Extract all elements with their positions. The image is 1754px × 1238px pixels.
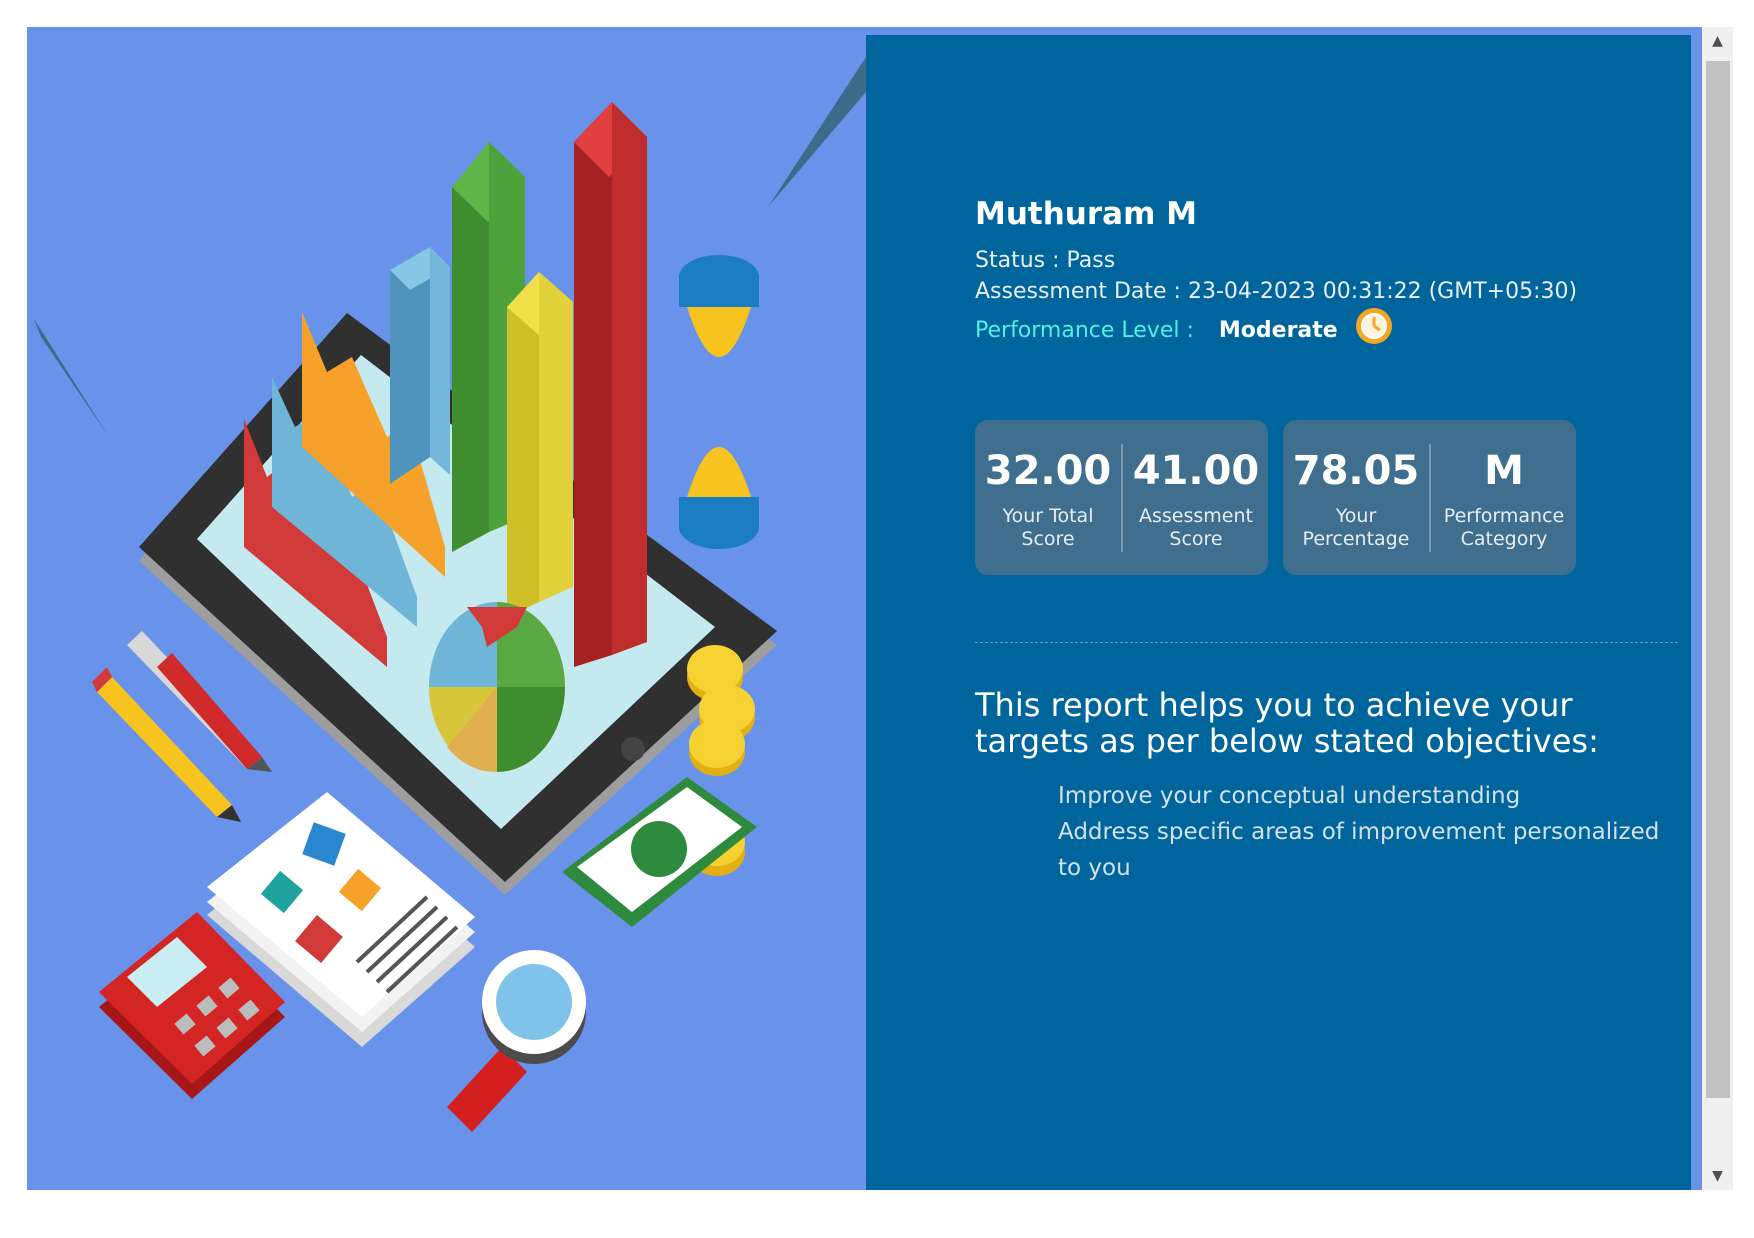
hourglass-icon bbox=[679, 255, 759, 549]
bar-red bbox=[574, 102, 647, 667]
performance-level-line: Performance Level : Moderate bbox=[975, 308, 1393, 351]
performance-level-label: Performance Level : bbox=[975, 318, 1194, 343]
performance-category-label-1: Performance bbox=[1443, 505, 1565, 527]
scrollbar-thumb[interactable] bbox=[1706, 61, 1730, 1098]
percentage-stat: 78.05 Your Percentage bbox=[1283, 420, 1429, 575]
assessment-date-label: Assessment Date : bbox=[975, 279, 1181, 304]
assessment-score-value: 41.00 bbox=[1132, 448, 1260, 494]
objective-item: Improve your conceptual understanding bbox=[1058, 783, 1521, 809]
performance-level-value: Moderate bbox=[1218, 318, 1338, 343]
percentage-label-1: Your bbox=[1335, 505, 1377, 527]
assessment-score-label-2: Score bbox=[1169, 528, 1223, 550]
status-value: Pass bbox=[1066, 248, 1116, 273]
status-line: Status : Pass bbox=[975, 248, 1115, 273]
performance-category-value: M bbox=[1484, 448, 1524, 494]
score-card-scores: 32.00 Your Total Score 41.00 Assessment … bbox=[975, 420, 1268, 575]
objectives-list: Improve your conceptual understanding Ad… bbox=[1058, 778, 1683, 886]
assessment-date-line: Assessment Date : 23-04-2023 00:31:22 (G… bbox=[975, 279, 1577, 304]
candidate-name: Muthuram M bbox=[975, 196, 1198, 232]
magnifier-icon bbox=[447, 950, 586, 1132]
objectives-title: This report helps you to achieve your ta… bbox=[975, 686, 1599, 760]
assessment-score-stat: 41.00 Assessment Score bbox=[1123, 420, 1269, 575]
analytics-illustration bbox=[34, 57, 866, 1132]
arrow-down-icon[interactable]: ▼ bbox=[1702, 1162, 1733, 1190]
performance-category-stat: M Performance Category bbox=[1431, 420, 1577, 575]
total-score-label-2: Score bbox=[1021, 528, 1075, 550]
percentage-value: 78.05 bbox=[1292, 448, 1420, 494]
percentage-label-2: Percentage bbox=[1302, 528, 1410, 550]
status-label: Status : bbox=[975, 248, 1060, 273]
pencil-icon bbox=[92, 667, 241, 822]
decor-triangle-top bbox=[768, 57, 866, 207]
total-score-stat: 32.00 Your Total Score bbox=[975, 420, 1121, 575]
bar-yellow bbox=[507, 272, 573, 617]
score-card-performance: 78.05 Your Percentage M Performance Cate… bbox=[1283, 420, 1576, 575]
arrow-up-icon[interactable]: ▲ bbox=[1702, 27, 1733, 55]
objective-item: Address specific areas of improvement pe… bbox=[1058, 819, 1660, 881]
total-score-value: 32.00 bbox=[984, 448, 1112, 494]
decor-triangle-left bbox=[34, 319, 109, 437]
vertical-scrollbar[interactable]: ▲ ▼ bbox=[1702, 27, 1733, 1190]
performance-category-label-2: Category bbox=[1460, 528, 1548, 550]
dashed-divider bbox=[975, 642, 1678, 643]
clock-icon bbox=[1355, 307, 1393, 351]
total-score-label-1: Your Total bbox=[1002, 505, 1094, 527]
report-frame: Muthuram M Status : Pass Assessment Date… bbox=[27, 27, 1702, 1190]
report-panel: Muthuram M Status : Pass Assessment Date… bbox=[866, 35, 1691, 1190]
assessment-date-value: 23-04-2023 00:31:22 (GMT+05:30) bbox=[1187, 279, 1578, 304]
pie-chart bbox=[429, 602, 565, 773]
assessment-score-label-1: Assessment bbox=[1139, 505, 1253, 527]
bar-lightblue bbox=[390, 247, 450, 484]
